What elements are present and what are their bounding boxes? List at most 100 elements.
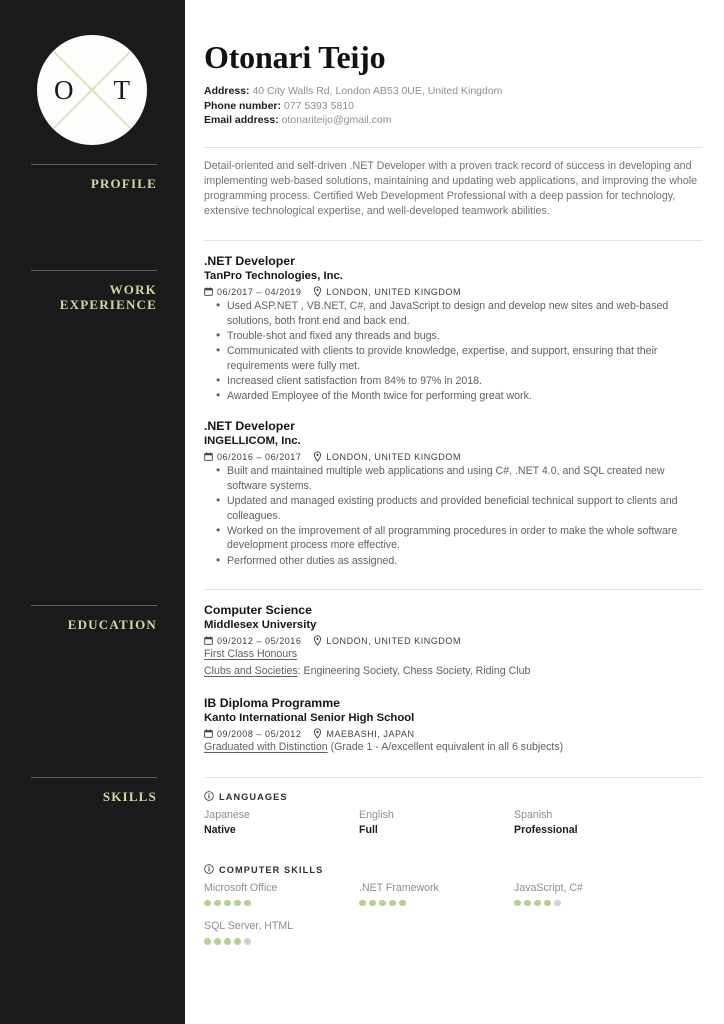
contact-value-email: otonariteijo@gmail.com <box>281 114 392 126</box>
contact-value-address: 40 City Walls Rd, London AB53 0UE, Unite… <box>252 85 503 97</box>
education-distinction-detail: (Grade 1 - A/excellent equivalent in all… <box>327 741 564 754</box>
computer-skills-heading: COMPUTER SKILLS <box>204 863 702 876</box>
rating-dot-filled <box>214 899 221 907</box>
info-icon <box>204 863 214 876</box>
education-meta: 09/2012 – 05/2016 LONDON, UNITED KINGDOM <box>204 635 702 647</box>
education-entry: Computer Science Middlesex University 09… <box>204 603 702 679</box>
education-distinction: Graduated with Distinction (Grade 1 - A/… <box>204 740 702 756</box>
language-level: Full <box>359 823 378 836</box>
work-meta: 06/2016 – 06/2017 LONDON, UNITED KINGDOM <box>204 451 702 463</box>
rating-dot-filled <box>514 899 521 907</box>
work-location: LONDON, UNITED KINGDOM <box>326 286 462 297</box>
contact-label-phone: Phone number: <box>204 99 282 112</box>
rating-dot-filled <box>204 899 211 907</box>
work-dates: 06/2017 – 04/2019 <box>217 286 302 297</box>
languages-block: LANGUAGES Japanese Native English Full S… <box>204 790 702 838</box>
education-entry: IB Diploma Programme Kanto International… <box>204 696 702 756</box>
sidebar-divider <box>31 777 157 778</box>
sidebar-item-education: EDUCATION <box>31 605 157 632</box>
education-dates: 09/2012 – 05/2016 <box>217 635 302 646</box>
work-company: TanPro Technologies, Inc. <box>204 270 343 283</box>
calendar-icon <box>204 636 213 645</box>
list-item: Used ASP.NET , VB.NET, C#, and JavaScrip… <box>216 298 702 328</box>
education-dates: 09/2008 – 05/2012 <box>217 728 302 739</box>
resume-page: O T PROFILE WORK EXPERIENCE EDUCATION SK… <box>0 0 724 1024</box>
rating-dot-filled <box>379 899 386 907</box>
sidebar-label-work-line1: WORK <box>109 282 157 297</box>
section-divider-education <box>204 589 702 591</box>
info-icon <box>204 790 214 803</box>
education-meta: 09/2008 – 05/2012 MAEBASHI, JAPAN <box>204 728 702 740</box>
contact-value-phone: 077 5393 5810 <box>283 99 355 112</box>
rating-dot-filled <box>204 938 211 945</box>
skill-item: JavaScript, C# <box>514 881 669 907</box>
languages-heading: LANGUAGES <box>204 790 702 803</box>
page-title: Otonari Teijo <box>204 39 386 75</box>
logo-initial-right: T <box>113 74 131 105</box>
sidebar: O T PROFILE WORK EXPERIENCE EDUCATION SK… <box>0 0 185 1024</box>
language-level: Professional <box>514 823 578 836</box>
list-item: Awarded Employee of the Month twice for … <box>216 388 702 404</box>
rating-dot-empty <box>244 938 251 945</box>
education-degree: Computer Science <box>204 603 312 618</box>
education-school: Kanto International Senior High School <box>204 712 415 725</box>
calendar-icon <box>204 287 213 297</box>
sidebar-divider <box>31 605 157 606</box>
languages-grid: Japanese Native English Full Spanish Pro… <box>204 808 702 838</box>
skill-rating <box>204 899 359 907</box>
work-meta: 06/2017 – 04/2019 LONDON, UNITED KINGDOM <box>204 286 702 298</box>
calendar-icon <box>204 729 213 738</box>
skill-item: Microsoft Office <box>204 881 359 907</box>
work-entry: .NET Developer INGELLICOM, Inc. 06/2016 … <box>204 419 702 568</box>
education-location: LONDON, UNITED KINGDOM <box>326 635 462 646</box>
sidebar-label-profile: PROFILE <box>90 176 157 191</box>
sidebar-label-work-line2: EXPERIENCE <box>59 297 157 312</box>
list-item: Increased client satisfaction from 84% t… <box>216 373 702 389</box>
contact-row-email: Email address: otonariteijo@gmail.com <box>204 113 702 128</box>
skill-name: JavaScript, C# <box>514 881 583 894</box>
work-bullets: Used ASP.NET , VB.NET, C#, and JavaScrip… <box>204 298 702 404</box>
language-name: Japanese <box>204 808 250 821</box>
computer-skills-grid: Microsoft Office .NET Framework JavaScri… <box>204 881 702 958</box>
computer-skills-block: COMPUTER SKILLS Microsoft Office .NET Fr… <box>204 863 702 958</box>
profile-summary: Detail-oriented and self-driven .NET Dev… <box>204 159 698 218</box>
contact-row-phone: Phone number: 077 5393 5810 <box>204 99 702 114</box>
education-distinction-label: Graduated with Distinction <box>204 741 328 754</box>
sidebar-item-profile: PROFILE <box>31 164 157 191</box>
rating-dot-filled <box>224 899 231 907</box>
education-clubs: Clubs and Societies: Engineering Society… <box>204 664 702 680</box>
section-divider-work <box>204 240 702 242</box>
logo-circle: O T <box>37 35 147 145</box>
contact-row-address: Address: 40 City Walls Rd, London AB53 0… <box>204 84 702 99</box>
list-item: Built and maintained multiple web applic… <box>216 463 702 493</box>
language-name: Spanish <box>514 808 553 821</box>
language-item: Japanese Native <box>204 808 359 838</box>
sidebar-item-work-experience: WORK EXPERIENCE <box>31 270 157 312</box>
work-bullets: Built and maintained multiple web applic… <box>204 463 702 568</box>
section-divider-profile <box>204 146 702 148</box>
logo-initial-left: O <box>54 74 74 105</box>
sidebar-divider <box>31 270 157 271</box>
work-company: INGELLICOM, Inc. <box>204 435 301 448</box>
rating-dot-filled <box>234 938 241 945</box>
location-pin-icon <box>313 286 322 298</box>
rating-dot-filled <box>234 899 241 907</box>
section-divider-skills <box>204 776 702 778</box>
language-name: English <box>359 808 394 821</box>
education-degree: IB Diploma Programme <box>204 696 340 711</box>
skill-name: .NET Framework <box>359 881 439 894</box>
list-item: Updated and managed existing products an… <box>216 493 702 523</box>
sidebar-label-education: EDUCATION <box>67 617 157 632</box>
education-location: MAEBASHI, JAPAN <box>326 728 415 739</box>
calendar-icon <box>204 452 213 462</box>
sidebar-label-skills: SKILLS <box>102 789 157 804</box>
contact-label-address: Address: <box>204 85 250 97</box>
rating-dot-filled <box>399 899 406 907</box>
rating-dot-filled <box>244 899 251 907</box>
skill-item: SQL Server, HTML <box>204 919 359 945</box>
work-job-title: .NET Developer <box>204 419 295 434</box>
computer-skills-heading-label: COMPUTER SKILLS <box>219 864 324 875</box>
languages-heading-label: LANGUAGES <box>219 791 288 802</box>
resume-content: Otonari Teijo Address: 40 City Walls Rd,… <box>185 0 724 1024</box>
logo-monogram: O T <box>37 35 147 145</box>
